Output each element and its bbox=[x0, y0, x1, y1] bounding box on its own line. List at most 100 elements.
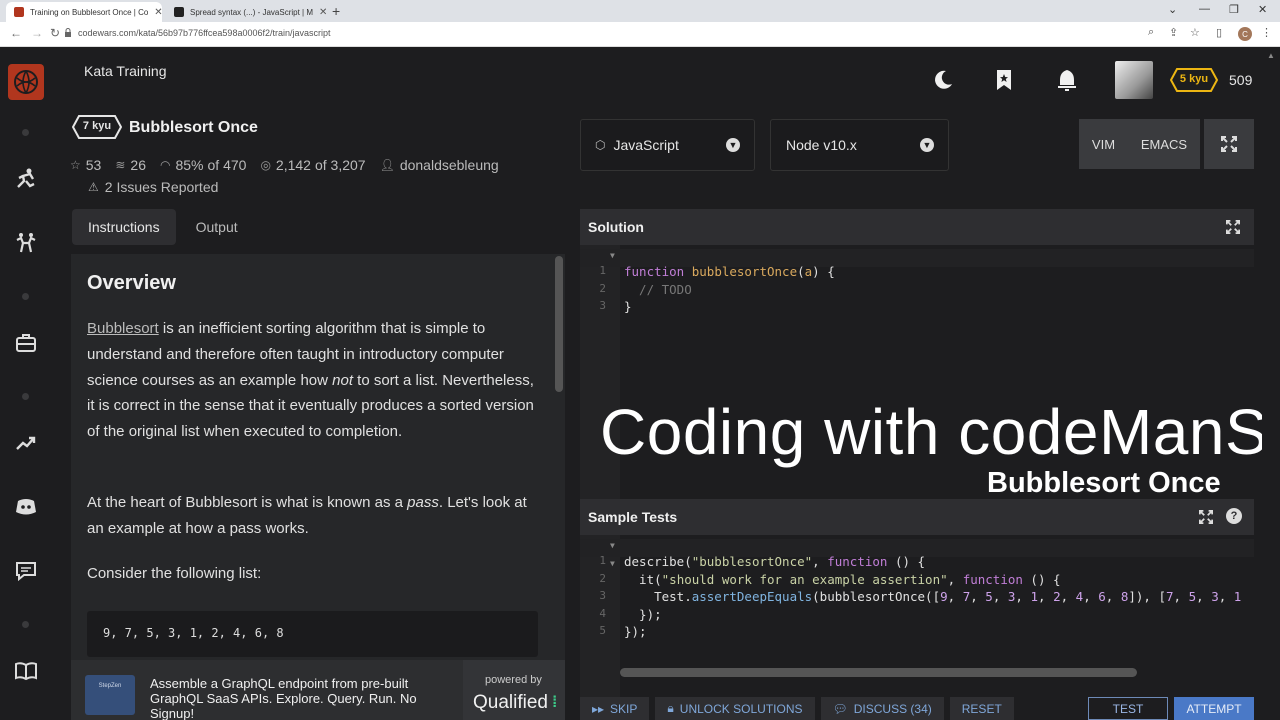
tab-output[interactable]: Output bbox=[180, 209, 254, 245]
new-tab-icon[interactable]: + bbox=[332, 3, 340, 19]
completed-count: 2,142 bbox=[275, 157, 311, 173]
bubblesort-link[interactable]: Bubblesort bbox=[87, 320, 159, 337]
notifications-bell-icon[interactable] bbox=[1055, 68, 1079, 92]
discuss-button[interactable]: 💬︎ DISCUSS (34) bbox=[820, 697, 944, 720]
fullscreen-button[interactable] bbox=[1204, 119, 1254, 169]
p2-text-a: At the heart of Bubblesort is what is kn… bbox=[87, 494, 408, 511]
code-line: 1 ▼ describe("bubblesortOnce", function ()… bbox=[580, 539, 1254, 569]
skip-button[interactable]: ▸▸ SKIP bbox=[580, 697, 650, 720]
bookmarks-icon[interactable] bbox=[992, 68, 1016, 92]
browser-tab-active[interactable]: Training on Bubblesort Once | Co ✕ bbox=[6, 2, 162, 22]
scroll-up-icon[interactable]: ▲ bbox=[1267, 51, 1275, 60]
browser-tab-strip: Training on Bubblesort Once | Co ✕ Sprea… bbox=[0, 0, 1280, 22]
leaderboard-trend-icon[interactable] bbox=[14, 431, 38, 455]
bookmark-star-icon[interactable]: ☆ bbox=[1190, 26, 1200, 39]
author-stat[interactable]: 👤︎ donaldsebleung bbox=[380, 157, 499, 173]
codewars-logo-icon bbox=[14, 70, 38, 94]
tab-instructions[interactable]: Instructions bbox=[72, 209, 176, 245]
keybinding-modes: VIM EMACS bbox=[1079, 119, 1200, 169]
chevron-down-icon: ▼ bbox=[920, 138, 934, 152]
close-tab-icon[interactable]: ✕ bbox=[319, 7, 326, 18]
code-block-list: 9, 7, 5, 3, 1, 2, 4, 6, 8 bbox=[87, 611, 538, 657]
practice-icon[interactable] bbox=[14, 231, 38, 255]
kata-kyu: 7 kyu bbox=[82, 120, 112, 132]
code-line: 4 }); bbox=[580, 592, 1254, 622]
sidebar-divider-dot bbox=[22, 293, 29, 300]
instructions-panel: Overview Bubblesort is an inefficient so… bbox=[71, 254, 565, 660]
code-line: 1 ▼ function bubblesortOnce(a) { bbox=[580, 249, 1254, 279]
author-name: donaldsebleung bbox=[399, 157, 499, 173]
zoom-icon[interactable]: ⌕ bbox=[1148, 26, 1154, 39]
fold-arrow-icon[interactable]: ▼ bbox=[610, 251, 615, 260]
user-icon: 👤︎ bbox=[379, 158, 395, 172]
ad-text: Assemble a GraphQL endpoint from pre-bui… bbox=[150, 676, 417, 720]
sidebar-divider-dot bbox=[22, 129, 29, 136]
restore-icon[interactable]: ❐ bbox=[1229, 3, 1239, 16]
minimize-icon[interactable]: — bbox=[1199, 3, 1210, 15]
code-line: 5}); bbox=[580, 609, 1254, 639]
action-bar-spacer bbox=[1020, 697, 1082, 720]
browser-tab-mdn[interactable]: Spread syntax (...) - JavaScript | M ✕ bbox=[166, 2, 326, 22]
emacs-mode-button[interactable]: EMACS bbox=[1141, 137, 1187, 152]
qualified-logo-text: Qualified bbox=[473, 692, 548, 713]
sample-tests-header: Sample Tests ? bbox=[580, 499, 1254, 535]
instructions-scrollbar[interactable] bbox=[555, 256, 563, 392]
share-icon[interactable]: ⇪ bbox=[1169, 26, 1178, 39]
qualified-branding[interactable]: powered by Qualified ⁞ bbox=[463, 660, 565, 720]
completed-stat: ◎ 2,142 of 3,207 bbox=[260, 157, 365, 173]
briefcase-icon[interactable] bbox=[14, 331, 38, 355]
discord-icon[interactable] bbox=[14, 495, 38, 519]
instructions-paragraph-1: Bubblesort is an inefficient sorting alg… bbox=[87, 316, 543, 445]
user-avatar[interactable] bbox=[1115, 61, 1153, 99]
tab-search-icon[interactable]: ⌄ bbox=[1168, 3, 1177, 16]
language-value: JavaScript bbox=[613, 137, 679, 153]
stepzen-logo: StepZen bbox=[85, 675, 135, 715]
expand-solution-icon[interactable] bbox=[1226, 220, 1240, 234]
collections-stat[interactable]: ≋ 26 bbox=[115, 157, 146, 173]
reset-button[interactable]: RESET bbox=[949, 697, 1014, 720]
user-rank[interactable]: 5 kyu bbox=[1170, 73, 1218, 85]
back-icon[interactable]: ← bbox=[10, 26, 22, 40]
instructions-paragraph-3: Consider the following list: bbox=[87, 565, 262, 582]
forward-icon[interactable]: → bbox=[31, 26, 43, 40]
instructions-paragraph-2: At the heart of Bubblesort is what is kn… bbox=[87, 490, 543, 542]
runtime-select[interactable]: Node v10.x ▼ bbox=[770, 119, 949, 171]
sponsor-ad[interactable]: StepZen Assemble a GraphQL endpoint from… bbox=[71, 660, 565, 720]
stars-stat[interactable]: ☆ 53 bbox=[70, 157, 101, 173]
issues-label: 2 Issues Reported bbox=[104, 179, 219, 195]
runtime-value: Node v10.x bbox=[786, 137, 857, 153]
close-window-icon[interactable]: ✕ bbox=[1258, 3, 1267, 16]
code-line: 3 Test.assertDeepEquals(bubblesortOnce([… bbox=[580, 574, 1254, 604]
tests-horizontal-scrollbar[interactable] bbox=[620, 668, 1137, 677]
sample-tests-title: Sample Tests bbox=[588, 509, 678, 525]
fold-arrow-icon[interactable]: ▼ bbox=[610, 559, 615, 568]
page-scrollbar[interactable]: ▲ bbox=[1262, 47, 1280, 720]
unlock-solutions-button[interactable]: 🔒︎ UNLOCK SOLUTIONS bbox=[655, 697, 815, 720]
profile-avatar[interactable]: C bbox=[1238, 27, 1252, 41]
completed-total: of 3,207 bbox=[314, 157, 366, 173]
issues-reported[interactable]: ⚠ 2 Issues Reported bbox=[88, 179, 218, 195]
stars-count: 53 bbox=[85, 157, 102, 173]
honor-score: 509 bbox=[1229, 72, 1253, 88]
address-bar: ← → ↻ codewars.com/kata/56b97b776ffcea59… bbox=[0, 22, 1280, 47]
url-field[interactable]: codewars.com/kata/56b97b776ffcea598a0006… bbox=[78, 28, 331, 38]
code-line: 2 // TODO bbox=[580, 267, 1254, 297]
moon-icon[interactable] bbox=[931, 68, 955, 92]
test-button[interactable]: TEST bbox=[1088, 697, 1168, 720]
chat-icon[interactable] bbox=[14, 559, 38, 583]
side-panel-icon[interactable]: ▯ bbox=[1216, 26, 1222, 39]
docs-book-icon[interactable] bbox=[14, 659, 38, 683]
sidebar-divider-dot bbox=[22, 621, 29, 628]
close-tab-icon[interactable]: ✕ bbox=[154, 7, 162, 18]
attempt-button[interactable]: ATTEMPT bbox=[1174, 697, 1254, 720]
browser-tab-title: Training on Bubblesort Once | Co bbox=[30, 7, 149, 17]
fold-arrow-icon[interactable]: ▼ bbox=[610, 541, 615, 550]
expand-tests-icon[interactable] bbox=[1199, 510, 1213, 524]
browser-menu-icon[interactable]: ⋮ bbox=[1261, 26, 1272, 39]
vim-mode-button[interactable]: VIM bbox=[1092, 137, 1115, 152]
reload-icon[interactable]: ↻ bbox=[50, 26, 60, 40]
help-icon[interactable]: ? bbox=[1226, 508, 1242, 524]
language-select[interactable]: ⬡ JavaScript ▼ bbox=[580, 119, 755, 171]
training-icon[interactable] bbox=[14, 167, 38, 191]
codewars-logo[interactable] bbox=[8, 64, 44, 100]
